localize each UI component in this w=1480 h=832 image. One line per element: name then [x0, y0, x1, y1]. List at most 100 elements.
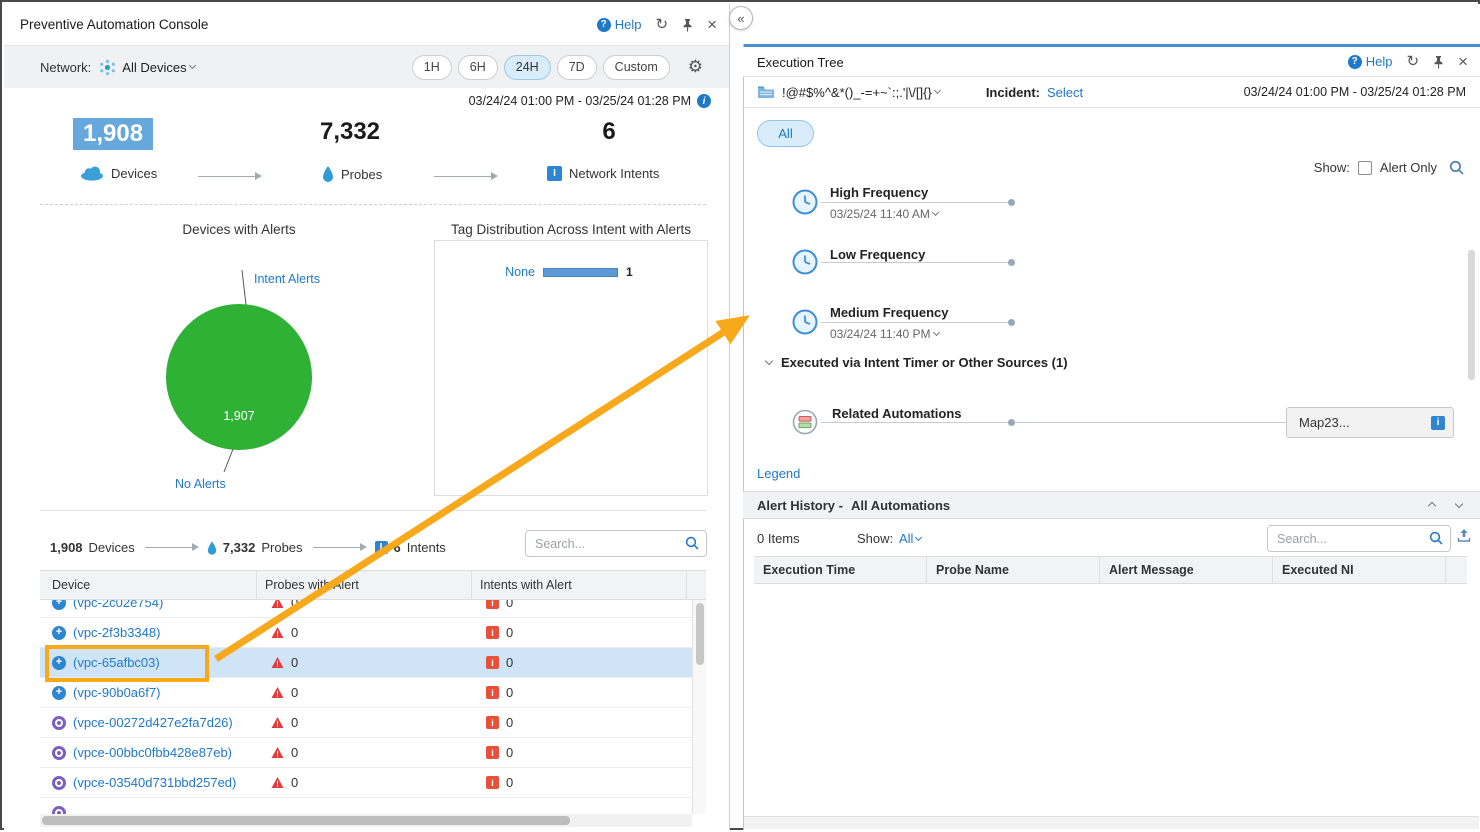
group-expand-chevron[interactable] [765, 357, 773, 365]
col-header-intents[interactable]: Intents with Alert [472, 571, 687, 599]
close-icon[interactable]: × [1458, 54, 1468, 69]
devices-stat-label: Devices [111, 166, 157, 181]
intent-alert-count: 0 [506, 685, 513, 700]
pin-icon[interactable] [682, 18, 693, 32]
clock-icon[interactable] [792, 309, 818, 335]
vertical-scrollbar[interactable] [692, 600, 706, 814]
refresh-icon[interactable]: ↻ [655, 17, 668, 32]
chevron-down-icon[interactable] [932, 329, 939, 336]
table-row[interactable]: (vpce-00272d427e2fa7d26) 0 i0 [40, 708, 692, 738]
help-button[interactable]: ? Help [1348, 54, 1393, 69]
tree-node-title[interactable]: Medium Frequency [830, 305, 948, 320]
collapse-down-icon[interactable] [1455, 499, 1463, 507]
export-icon[interactable] [1457, 528, 1471, 547]
intent-icon: i [486, 716, 499, 729]
info-icon[interactable]: i [697, 94, 711, 108]
range-7d-button[interactable]: 7D [557, 55, 597, 80]
network-selector[interactable]: All Devices [122, 60, 186, 75]
table-row[interactable]: +(vpc-2f3b3348) 0 i0 [40, 618, 692, 648]
devices-count[interactable]: 1,908 [73, 118, 153, 150]
summary-probes-count: 7,332 [223, 540, 256, 555]
col-header-probes[interactable]: Probes with Alert [257, 571, 472, 599]
device-link[interactable]: (vpc-2c02e754) [73, 600, 163, 610]
range-custom-button[interactable]: Custom [603, 55, 670, 80]
search-icon[interactable] [1429, 531, 1443, 550]
page-title: Preventive Automation Console [20, 17, 208, 32]
tree-group-label[interactable]: Executed via Intent Timer or Other Sourc… [781, 355, 1068, 370]
settings-gear-icon[interactable]: ⚙ [688, 57, 703, 77]
alert-history-search-input[interactable] [1267, 525, 1451, 552]
pie-slice-no-alerts[interactable] [166, 304, 312, 450]
table-row[interactable]: (vpce-00bbc0fbb428e87eb) 0 i0 [40, 738, 692, 768]
map-button[interactable]: Map23... i [1286, 407, 1454, 438]
chevron-down-icon [189, 62, 196, 69]
horizontal-scrollbar[interactable] [744, 816, 1479, 829]
device-link[interactable]: (vpce-00272d427e2fa7d26) [73, 715, 233, 730]
table-row-selected[interactable]: +(vpc-65afbc03) 0 i0 [40, 648, 692, 678]
search-icon[interactable] [1449, 160, 1464, 175]
tab-all[interactable]: All [757, 120, 814, 147]
legend-link[interactable]: Legend [757, 466, 800, 481]
refresh-icon[interactable]: ↻ [1406, 54, 1419, 69]
tree-connector [821, 262, 1008, 263]
col-header-execution-time[interactable]: Execution Time [754, 557, 927, 583]
automation-folder-selector[interactable]: !@#$%^&*()_-=+~`:;.'|\/[]{} [782, 85, 932, 100]
chevron-down-icon[interactable] [932, 209, 939, 216]
tag-bar[interactable] [543, 268, 618, 277]
device-link[interactable]: (vpce-00bbc0fbb428e87eb) [73, 745, 232, 760]
tree-node-title[interactable]: Related Automations [832, 406, 962, 421]
horizontal-scrollbar[interactable] [40, 814, 692, 827]
scrollbar-thumb[interactable] [42, 816, 570, 825]
collapse-up-icon[interactable] [1428, 502, 1436, 510]
device-link[interactable]: (vpc-90b0a6f7) [73, 685, 160, 700]
tree-connector-dot [1008, 319, 1015, 326]
col-header-executed-ni[interactable]: Executed NI [1273, 557, 1446, 583]
intent-info-icon[interactable]: i [1431, 416, 1445, 430]
tree-node-title[interactable]: Low Frequency [830, 247, 925, 262]
clock-icon[interactable] [792, 249, 818, 275]
tree-connector [821, 322, 1008, 323]
device-search-input[interactable] [525, 530, 707, 557]
clock-icon[interactable] [792, 189, 818, 215]
summary-devices-label: Devices [89, 540, 135, 555]
range-1h-button[interactable]: 1H [412, 55, 452, 80]
alert-triangle-icon [271, 717, 284, 728]
related-automations-icon[interactable] [792, 409, 818, 435]
range-6h-button[interactable]: 6H [458, 55, 498, 80]
close-icon[interactable]: × [707, 17, 717, 32]
help-icon: ? [597, 18, 611, 32]
search-icon[interactable] [685, 536, 699, 555]
col-header-alert-message[interactable]: Alert Message [1100, 557, 1273, 583]
table-row[interactable] [40, 798, 692, 814]
collapse-panel-button[interactable]: « [729, 6, 753, 30]
alert-triangle-icon [271, 777, 284, 788]
pie-label-intent-alerts[interactable]: Intent Alerts [254, 272, 320, 286]
range-24h-button[interactable]: 24H [504, 55, 551, 80]
show-filter-dropdown[interactable]: All [899, 531, 923, 546]
intents-count[interactable]: 6 [564, 118, 654, 146]
device-link[interactable]: (vpc-2f3b3348) [73, 625, 160, 640]
incident-select-link[interactable]: Select [1047, 85, 1083, 100]
col-header-probe-name[interactable]: Probe Name [927, 557, 1100, 583]
preventive-automation-console-window: Preventive Automation Console ? Help ↻ ×… [4, 4, 730, 830]
tree-node-title[interactable]: High Frequency [830, 185, 928, 200]
alert-only-checkbox[interactable] [1358, 161, 1372, 175]
device-link[interactable]: (vpc-65afbc03) [73, 655, 160, 670]
table-row[interactable]: (vpce-03540d731bbd257ed) 0 i0 [40, 768, 692, 798]
tag-category-label[interactable]: None [435, 265, 535, 279]
execution-tree-title-bar: Execution Tree ? Help ↻ × [743, 47, 1480, 77]
alert-only-label: Alert Only [1380, 160, 1437, 175]
help-button[interactable]: ? Help [597, 17, 642, 32]
col-header-device[interactable]: Device [40, 571, 257, 599]
table-row[interactable]: +(vpc-2c02e754) 0 i0 [40, 600, 692, 618]
device-link[interactable]: (vpce-03540d731bbd257ed) [73, 775, 236, 790]
pie-label-no-alerts[interactable]: No Alerts [175, 477, 226, 491]
pin-icon[interactable] [1433, 55, 1444, 69]
tree-scrollbar-thumb[interactable] [1468, 250, 1475, 380]
scrollbar-thumb[interactable] [696, 603, 704, 665]
alert-history-title: Alert History - [757, 498, 843, 513]
probes-count[interactable]: 7,332 [308, 118, 392, 146]
intent-icon: i [486, 656, 499, 669]
tree-date-range: 03/24/24 01:00 PM - 03/25/24 01:28 PM [1244, 85, 1466, 99]
table-row[interactable]: +(vpc-90b0a6f7) 0 i0 [40, 678, 692, 708]
